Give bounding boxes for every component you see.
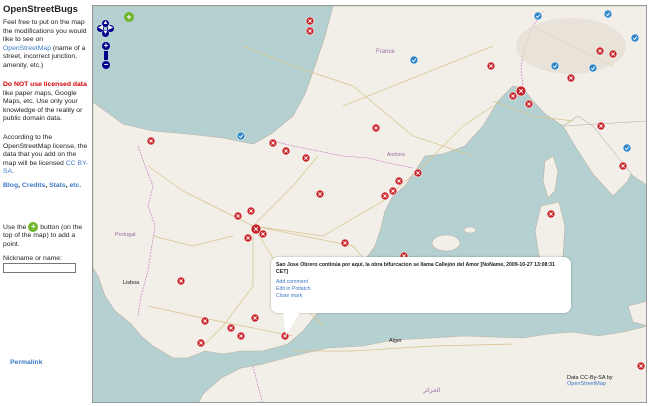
nickname-input[interactable] [3, 263, 76, 273]
edit-in-potlatch-link[interactable]: Edit in Potlatch [276, 286, 566, 293]
license-warning: Do NOT use licensed data like paper maps… [3, 81, 87, 123]
links-row: Blog, Credits, Stats, etc. [3, 182, 82, 189]
popup-pointer [283, 312, 300, 336]
app-title: OpenStreetBugs [3, 4, 78, 15]
close-mark-link[interactable]: Close mark [276, 293, 566, 300]
label-portugal: Portugal [115, 232, 136, 238]
permalink-link[interactable]: Permalink [10, 359, 43, 368]
alps-terrain [516, 18, 626, 74]
stats-link[interactable]: Stats [49, 182, 66, 189]
credits-link[interactable]: Credits [22, 182, 45, 189]
label-algeria: الجزائر [422, 387, 441, 394]
openstreetmap-attribution-link[interactable]: OpenStreetMap [567, 381, 606, 387]
bug-description: San Jose Obrero continúa por aquí, la ob… [276, 262, 555, 275]
map-view[interactable]: France Andorra Portugal Lisboa Alger الج… [92, 5, 647, 403]
label-france: France [376, 49, 395, 55]
openstreetmap-link[interactable]: OpenStreetMap [3, 45, 51, 52]
label-alger: Alger [389, 338, 402, 344]
label-lisboa: Lisboa [123, 280, 140, 286]
zoom-slider[interactable] [104, 51, 108, 60]
map-attribution: Data CC-By-SA by OpenStreetMap [567, 375, 613, 387]
label-andorra: Andorra [387, 152, 405, 158]
sidebar: OpenStreetBugs Feel free to put on the m… [0, 0, 92, 406]
etc-link[interactable]: etc. [70, 182, 82, 189]
mallorca [431, 234, 461, 252]
license-text: According to the OpenStreetMap license, … [3, 134, 89, 176]
add-point-hint: Use the + button (on the top of the map)… [3, 222, 83, 248]
zoom-in-button[interactable]: + [102, 42, 110, 50]
zoom-out-button[interactable]: − [102, 61, 110, 69]
add-bug-button[interactable]: + [124, 12, 134, 22]
add-comment-link[interactable]: Add comment [276, 279, 566, 286]
intro-text: Feel free to put on the map the modifica… [3, 19, 87, 69]
map-canvas: France Andorra Portugal Lisboa Alger الج… [93, 6, 646, 402]
blog-link[interactable]: Blog [3, 182, 18, 189]
menorca [463, 226, 477, 234]
pan-down-button[interactable]: ▼ [102, 30, 109, 37]
green-plus-icon: + [28, 222, 39, 232]
bug-popup: San Jose Obrero continúa por aquí, la ob… [271, 257, 571, 313]
